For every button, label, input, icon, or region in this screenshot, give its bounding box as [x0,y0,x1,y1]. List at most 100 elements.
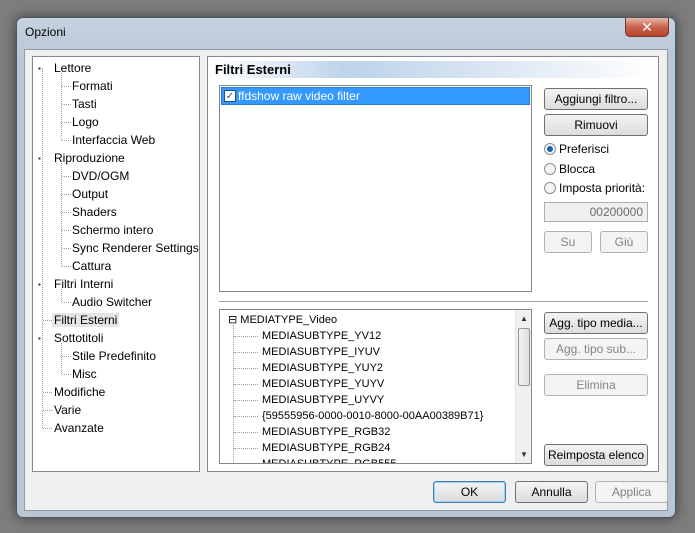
tree-item[interactable]: DVD/OGM [70,167,131,185]
collapse-icon[interactable]: ⊟ [228,314,237,326]
tree-item-label: Lettore [54,61,92,75]
cancel-button[interactable]: Annulla [515,481,588,503]
tree-branch-line [43,428,52,429]
tree-item[interactable]: Tasti [70,95,99,113]
tree-item[interactable]: Filtri Interni [52,275,115,293]
add-media-type-button[interactable]: Agg. tipo media... [544,312,648,334]
media-subtype-item[interactable]: MEDIASUBTYPE_RGB555 [262,456,397,463]
expanded-arrow-icon[interactable]: ▪ [38,280,47,289]
expanded-arrow-icon[interactable]: ▪ [38,64,47,73]
reset-list-button[interactable]: Reimposta elenco [544,444,648,466]
move-down-button[interactable]: Giù [600,231,648,253]
tree-item-label: Varie [54,403,82,417]
options-dialog: Opzioni ✕ ▪ Lettore Formati Tasti Logo Interf… [16,17,676,518]
move-up-button[interactable]: Su [544,231,592,253]
close-button[interactable]: ✕ [625,18,669,37]
tree-item[interactable]: Filtri Esterni [52,311,120,329]
media-subtype-item[interactable]: MEDIASUBTYPE_YUYV [262,376,384,392]
tree-branch-line [234,400,258,401]
delete-button[interactable]: Elimina [544,374,648,396]
tree-item-label: Avanzate [54,421,104,435]
tree-item[interactable]: Output [70,185,110,203]
tree-item[interactable]: Misc [70,365,99,383]
options-tree[interactable]: ▪ Lettore Formati Tasti Logo Interfaccia Web ▪… [32,56,200,472]
tree-item-label: Output [72,187,109,201]
media-type-root[interactable]: ⊟ MEDIATYPE_Video [228,312,337,328]
tree-child-connector [61,163,62,266]
apply-button[interactable]: Applica [595,481,668,503]
tree-item-label: Formati [72,79,113,93]
scroll-thumb[interactable] [518,328,530,386]
media-type-tree[interactable]: ⊟ MEDIATYPE_Video MEDIASUBTYPE_YV12 MEDIA… [219,309,532,464]
tree-item-label: Stile Predefinito [72,349,157,363]
tree-item-label: Misc [72,367,97,381]
filter-list-item[interactable]: ✓ ffdshow raw video filter [221,87,530,105]
tree-item-label: Schermo intero [72,223,154,237]
dialog-client-area: ▪ Lettore Formati Tasti Logo Interfaccia Web ▪… [24,49,668,511]
tree-item-label: Shaders [72,205,117,219]
tree-item-label: Modifiche [54,385,106,399]
tree-item[interactable]: Logo [70,113,101,131]
tree-item[interactable]: Cattura [70,257,113,275]
prefer-radio-label: Preferisci [559,142,610,156]
media-subtype-item[interactable]: MEDIASUBTYPE_RGB24 [262,440,390,456]
tree-item[interactable]: Stile Predefinito [70,347,158,365]
scroll-up-arrow-icon[interactable]: ▲ [516,310,531,327]
add-filter-button[interactable]: Aggiungi filtro... [544,88,648,110]
scroll-down-arrow-icon[interactable]: ▼ [516,446,531,463]
expanded-arrow-icon[interactable]: ▪ [38,154,47,163]
tree-child-connector [61,73,62,140]
tree-item-label: Interfaccia Web [72,133,156,147]
external-filters-panel: Filtri Esterni ✓ ffdshow raw video filte… [207,56,659,472]
set-priority-radio-dot[interactable] [544,182,556,194]
tree-item-label: Audio Switcher [72,295,153,309]
tree-item-label: Logo [72,115,99,129]
tree-branch-line [234,432,258,433]
ok-button[interactable]: OK [433,481,506,503]
tree-item[interactable]: Interfaccia Web [70,131,157,149]
filter-enabled-checkbox[interactable]: ✓ [224,90,236,102]
media-subtype-item[interactable]: MEDIASUBTYPE_YUY2 [262,360,383,376]
tree-item[interactable]: Lettore [52,59,93,77]
media-subtype-item[interactable]: MEDIASUBTYPE_UYVY [262,392,384,408]
tree-branch-line [43,410,52,411]
block-radio-dot[interactable] [544,163,556,175]
tree-item-label: Sync Renderer Settings [72,241,199,255]
filter-name: ffdshow raw video filter [238,89,360,103]
expanded-arrow-icon[interactable]: ▪ [38,334,47,343]
media-subtype-item[interactable]: MEDIASUBTYPE_RGB32 [262,424,390,440]
tree-item[interactable]: Audio Switcher [70,293,154,311]
tree-item[interactable]: Riproduzione [52,149,127,167]
panel-title: Filtri Esterni [213,61,653,78]
tree-item[interactable]: Formati [70,77,115,95]
tree-item[interactable]: Avanzate [52,419,106,437]
tree-branch-line [234,352,258,353]
tree-item-label: Tasti [72,97,97,111]
tree-item-label: Sottotitoli [54,331,104,345]
remove-button[interactable]: Rimuovi [544,114,648,136]
tree-item[interactable]: Sottotitoli [52,329,105,347]
tree-item-label: Filtri Esterni [52,313,120,327]
tree-child-connector [61,343,62,374]
add-sub-type-button[interactable]: Agg. tipo sub... [544,338,648,360]
tree-item[interactable]: Schermo intero [70,221,155,239]
media-type-label: MEDIATYPE_Video [240,314,338,326]
media-subtype-item[interactable]: MEDIASUBTYPE_YV12 [262,328,381,344]
window-title: Opzioni [25,25,66,39]
tree-item[interactable]: Varie [52,401,83,419]
tree-item[interactable]: Modifiche [52,383,107,401]
tree-item[interactable]: Sync Renderer Settings [70,239,199,257]
media-tree-scrollbar[interactable]: ▲ ▼ [515,310,531,463]
tree-connector-line [233,325,234,463]
tree-branch-line [234,384,258,385]
filter-list[interactable]: ✓ ffdshow raw video filter [219,85,532,292]
tree-item[interactable]: Shaders [70,203,119,221]
prefer-radio-dot[interactable] [544,143,556,155]
block-radio-label: Blocca [559,162,596,176]
tree-branch-line [234,368,258,369]
panel-separator [219,301,648,303]
priority-field[interactable]: 00200000 [544,202,648,222]
tree-branch-line [234,416,258,417]
media-subtype-item[interactable]: MEDIASUBTYPE_IYUV [262,344,380,360]
media-subtype-item[interactable]: {59555956-0000-0010-8000-00AA00389B71} [262,408,483,424]
